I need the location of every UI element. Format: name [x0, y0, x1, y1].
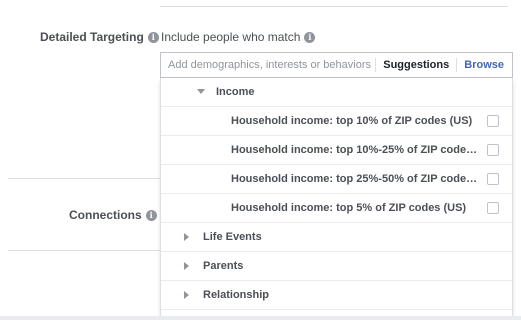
bottom-scroll-edge: [0, 316, 521, 320]
option-checkbox[interactable]: [487, 144, 499, 156]
option-row[interactable]: Household income: top 10%-25% of ZIP cod…: [161, 136, 512, 165]
suggestions-button[interactable]: Suggestions: [376, 59, 456, 71]
category-row-life-events[interactable]: Life Events: [161, 223, 512, 252]
option-label: Household income: top 10% of ZIP codes (…: [231, 115, 473, 127]
detailed-targeting-text: Detailed Targeting: [40, 30, 144, 44]
section-divider: [8, 250, 160, 251]
info-icon[interactable]: i: [145, 209, 157, 221]
option-checkbox[interactable]: [487, 173, 499, 185]
category-row-relationship[interactable]: Relationship: [161, 281, 512, 310]
triangle-right-icon: [184, 233, 189, 241]
triangle-right-icon: [184, 291, 189, 299]
top-divider: [160, 6, 508, 7]
detailed-targeting-label: Detailed Targeting i: [40, 30, 159, 44]
option-row[interactable]: Household income: top 5% of ZIP codes (U…: [161, 194, 512, 223]
browse-dropdown: Income Household income: top 10% of ZIP …: [160, 78, 513, 320]
info-icon[interactable]: i: [147, 31, 159, 43]
category-row-parents[interactable]: Parents: [161, 252, 512, 281]
option-row[interactable]: Household income: top 10% of ZIP codes (…: [161, 107, 512, 136]
category-label: Relationship: [203, 289, 270, 301]
targeting-search-input[interactable]: [161, 53, 376, 77]
include-people-label: Include people who match i: [161, 30, 316, 44]
category-label: Income: [216, 86, 255, 98]
connections-label: Connections i: [69, 208, 157, 222]
option-row[interactable]: Household income: top 25%-50% of ZIP cod…: [161, 165, 512, 194]
category-label: Parents: [203, 260, 244, 272]
option-checkbox[interactable]: [487, 115, 499, 127]
include-people-text: Include people who match: [161, 30, 301, 44]
targeting-search-box: Suggestions Browse: [160, 52, 513, 78]
section-divider: [8, 178, 160, 179]
category-label: Life Events: [203, 231, 262, 243]
option-checkbox[interactable]: [487, 202, 499, 214]
option-label: Household income: top 5% of ZIP codes (U…: [231, 202, 467, 214]
connections-text: Connections: [69, 208, 142, 222]
category-row-income[interactable]: Income: [161, 78, 512, 107]
browse-button[interactable]: Browse: [457, 59, 512, 71]
info-icon[interactable]: i: [304, 31, 316, 43]
option-label: Household income: top 25%-50% of ZIP cod…: [231, 173, 478, 185]
option-label: Household income: top 10%-25% of ZIP cod…: [231, 144, 478, 156]
triangle-right-icon: [184, 262, 189, 270]
triangle-down-icon: [197, 89, 205, 94]
